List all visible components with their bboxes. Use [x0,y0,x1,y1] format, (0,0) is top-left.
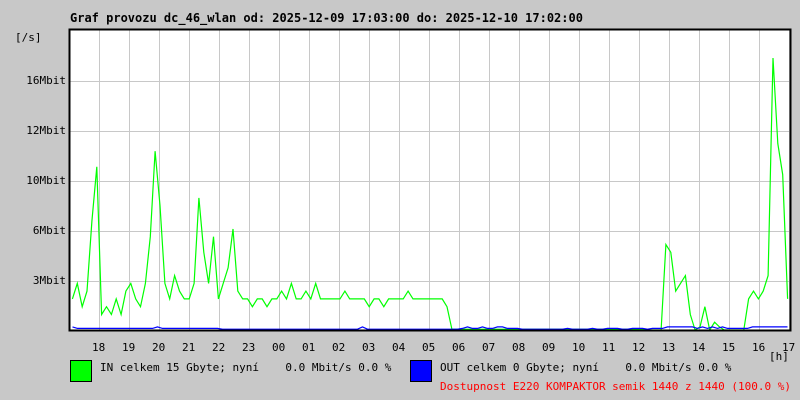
legend-out: OUT celkem 0 Gbyte; nyní 0.0 Mbit/s 0.0 … [440,361,732,374]
x-tick-label: 22 [212,341,226,354]
x-tick-label: 20 [152,341,166,354]
y-tick-label: 10Mbit [26,174,66,187]
x-tick-label: 00 [272,341,286,354]
x-tick-label: 19 [122,341,136,354]
x-tick-label: 15 [722,341,736,354]
legend-swatch-out [410,360,432,382]
x-tick-label: 08 [512,341,526,354]
x-tick-label: 07 [482,341,496,354]
x-tick-label: 21 [182,341,196,354]
x-tick-label: 05 [422,341,436,354]
y-axis-unit: [/s] [15,31,42,44]
x-tick-label: 04 [392,341,406,354]
x-tick-label: 02 [332,341,346,354]
x-tick-label: 06 [452,341,466,354]
x-tick-label: 09 [542,341,556,354]
x-tick-label: 11 [602,341,616,354]
availability-text: Dostupnost E220 KOMPAKTOR semik 1440 z 1… [440,380,791,393]
legend-swatch-in [70,360,92,382]
y-tick-label: 6Mbit [32,224,66,237]
x-tick-label: 01 [302,341,316,354]
x-tick-label: 17 [782,341,796,354]
traffic-graph: Graf provozu dc_46_wlan od: 2025-12-09 1… [0,0,800,400]
plot-area [68,28,792,332]
x-tick-label: 16 [752,341,766,354]
y-tick-label: 12Mbit [26,124,66,137]
legend-in: IN celkem 15 Gbyte; nyní 0.0 Mbit/s 0.0 … [100,361,392,374]
x-tick-label: 03 [362,341,376,354]
y-tick-label: 3Mbit [32,274,66,287]
y-tick-label: 16Mbit [26,74,66,87]
x-tick-label: 18 [92,341,106,354]
x-tick-label: 10 [572,341,586,354]
x-tick-label: 12 [632,341,646,354]
x-tick-label: 23 [242,341,256,354]
x-tick-label: 14 [692,341,706,354]
x-tick-label: 13 [662,341,676,354]
